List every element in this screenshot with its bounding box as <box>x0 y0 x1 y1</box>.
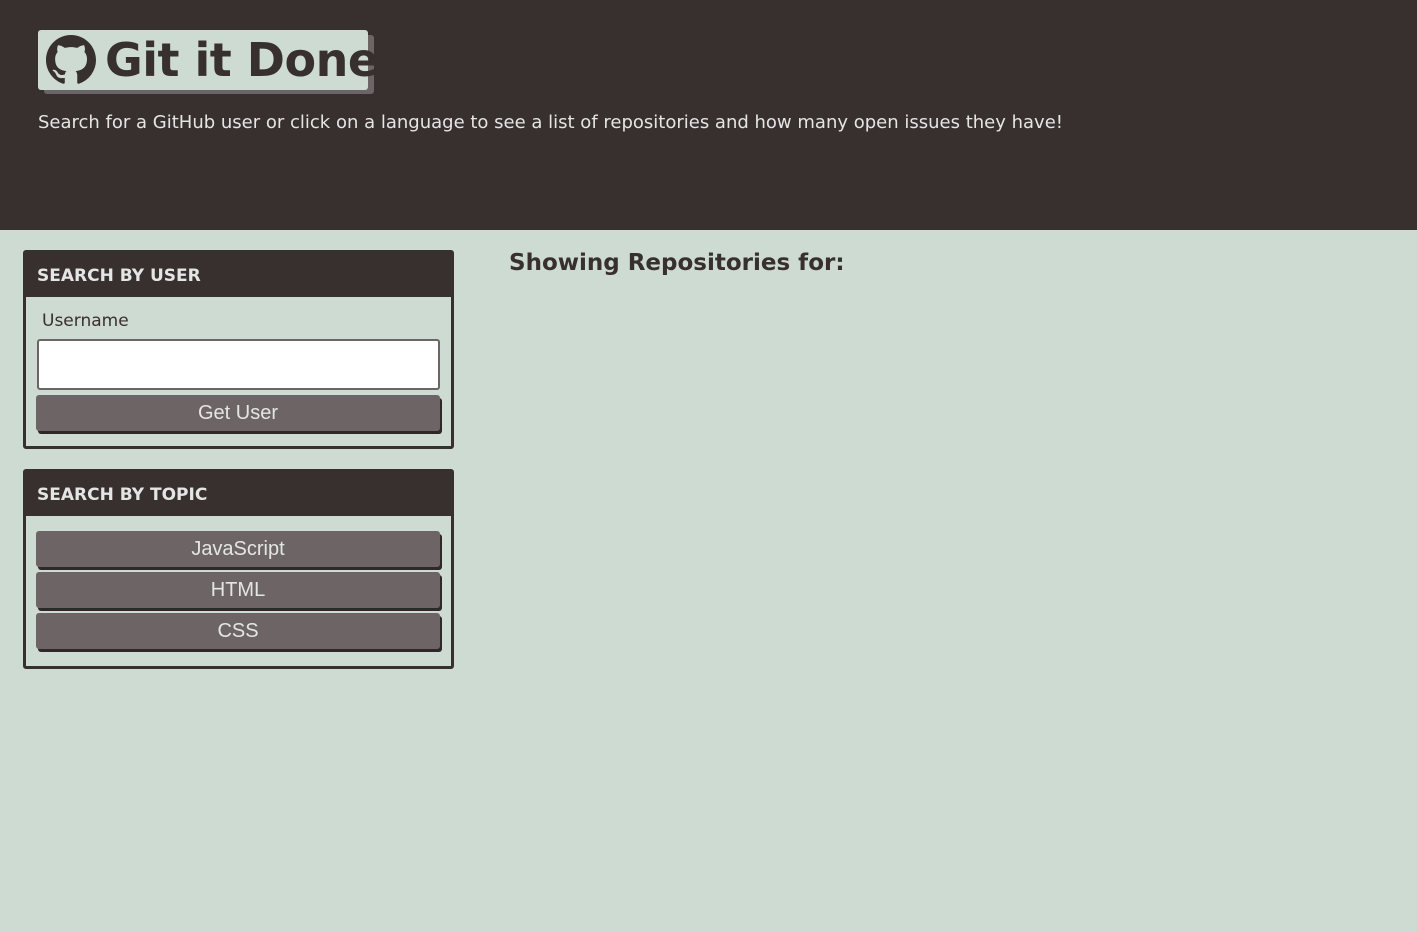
user-search-card: SEARCH BY USER Username Get User <box>23 250 454 449</box>
logo-badge: Git it Done! <box>38 30 400 90</box>
app-title: Git it Done! <box>105 33 400 87</box>
language-button-html[interactable]: HTML <box>36 572 440 608</box>
page-header: Git it Done! Search for a GitHub user or… <box>0 0 1417 230</box>
get-user-button[interactable]: Get User <box>36 395 440 431</box>
username-input[interactable] <box>37 339 440 390</box>
repos-heading-label: Showing Repositories for: <box>509 250 845 276</box>
user-search-heading: SEARCH BY USER <box>26 253 451 297</box>
username-label: Username <box>42 311 129 331</box>
logo: Git it Done! <box>38 30 400 94</box>
language-button-css[interactable]: CSS <box>36 613 440 649</box>
repos-heading: Showing Repositories for: <box>509 250 845 276</box>
app-subtitle: Search for a GitHub user or click on a l… <box>38 112 1063 133</box>
topic-search-card: SEARCH BY TOPIC JavaScript HTML CSS <box>23 469 454 669</box>
topic-search-heading: SEARCH BY TOPIC <box>26 472 451 516</box>
language-button-javascript[interactable]: JavaScript <box>36 531 440 567</box>
github-octocat-icon <box>46 35 96 85</box>
